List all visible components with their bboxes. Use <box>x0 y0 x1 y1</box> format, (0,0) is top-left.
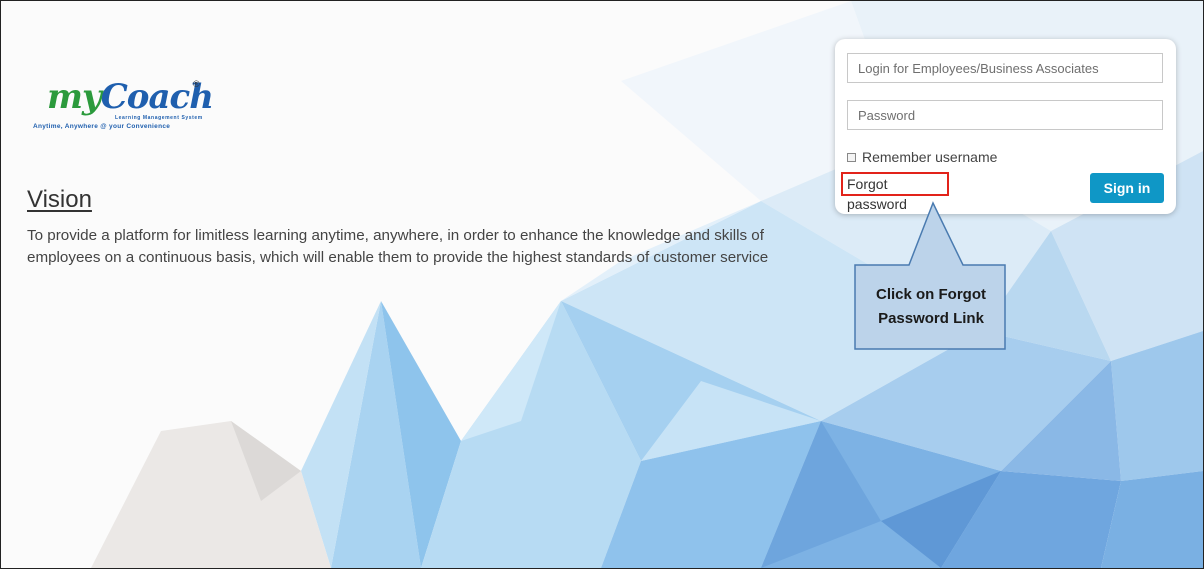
logo-brand-prefix: my <box>47 77 102 117</box>
sign-in-button[interactable]: Sign in <box>1090 173 1164 203</box>
remember-username-label: Remember username <box>862 149 998 165</box>
mycoach-logo: myCoach ® Learning Management System Any… <box>33 77 214 139</box>
vision-statement: To provide a platform for limitless lear… <box>27 225 807 269</box>
logo-subtitle: Learning Management System <box>115 115 203 121</box>
login-panel: Remember username Forgot password Sign i… <box>835 39 1176 214</box>
vision-heading: Vision <box>27 186 92 213</box>
callout-text: Click on Forgot Password Link <box>855 283 1007 331</box>
page-frame: myCoach ® Learning Management System Any… <box>0 0 1204 569</box>
vision-line-2: employees on a continuous basis, which w… <box>27 249 769 266</box>
username-input[interactable] <box>847 53 1163 83</box>
forgot-password-link[interactable]: Forgot password <box>841 172 949 212</box>
logo-wordmark: myCoach <box>47 77 214 117</box>
remember-username-checkbox[interactable] <box>847 152 856 162</box>
remember-username-row[interactable]: Remember username <box>847 149 997 165</box>
vision-line-1: To provide a platform for limitless lear… <box>27 227 764 244</box>
registered-mark: ® <box>193 79 200 89</box>
callout-line-2: Password Link <box>878 310 984 327</box>
logo-tagline: Anytime, Anywhere @ your Convenience <box>33 123 171 130</box>
callout-line-1: Click on Forgot <box>876 286 986 303</box>
password-input[interactable] <box>847 100 1163 130</box>
